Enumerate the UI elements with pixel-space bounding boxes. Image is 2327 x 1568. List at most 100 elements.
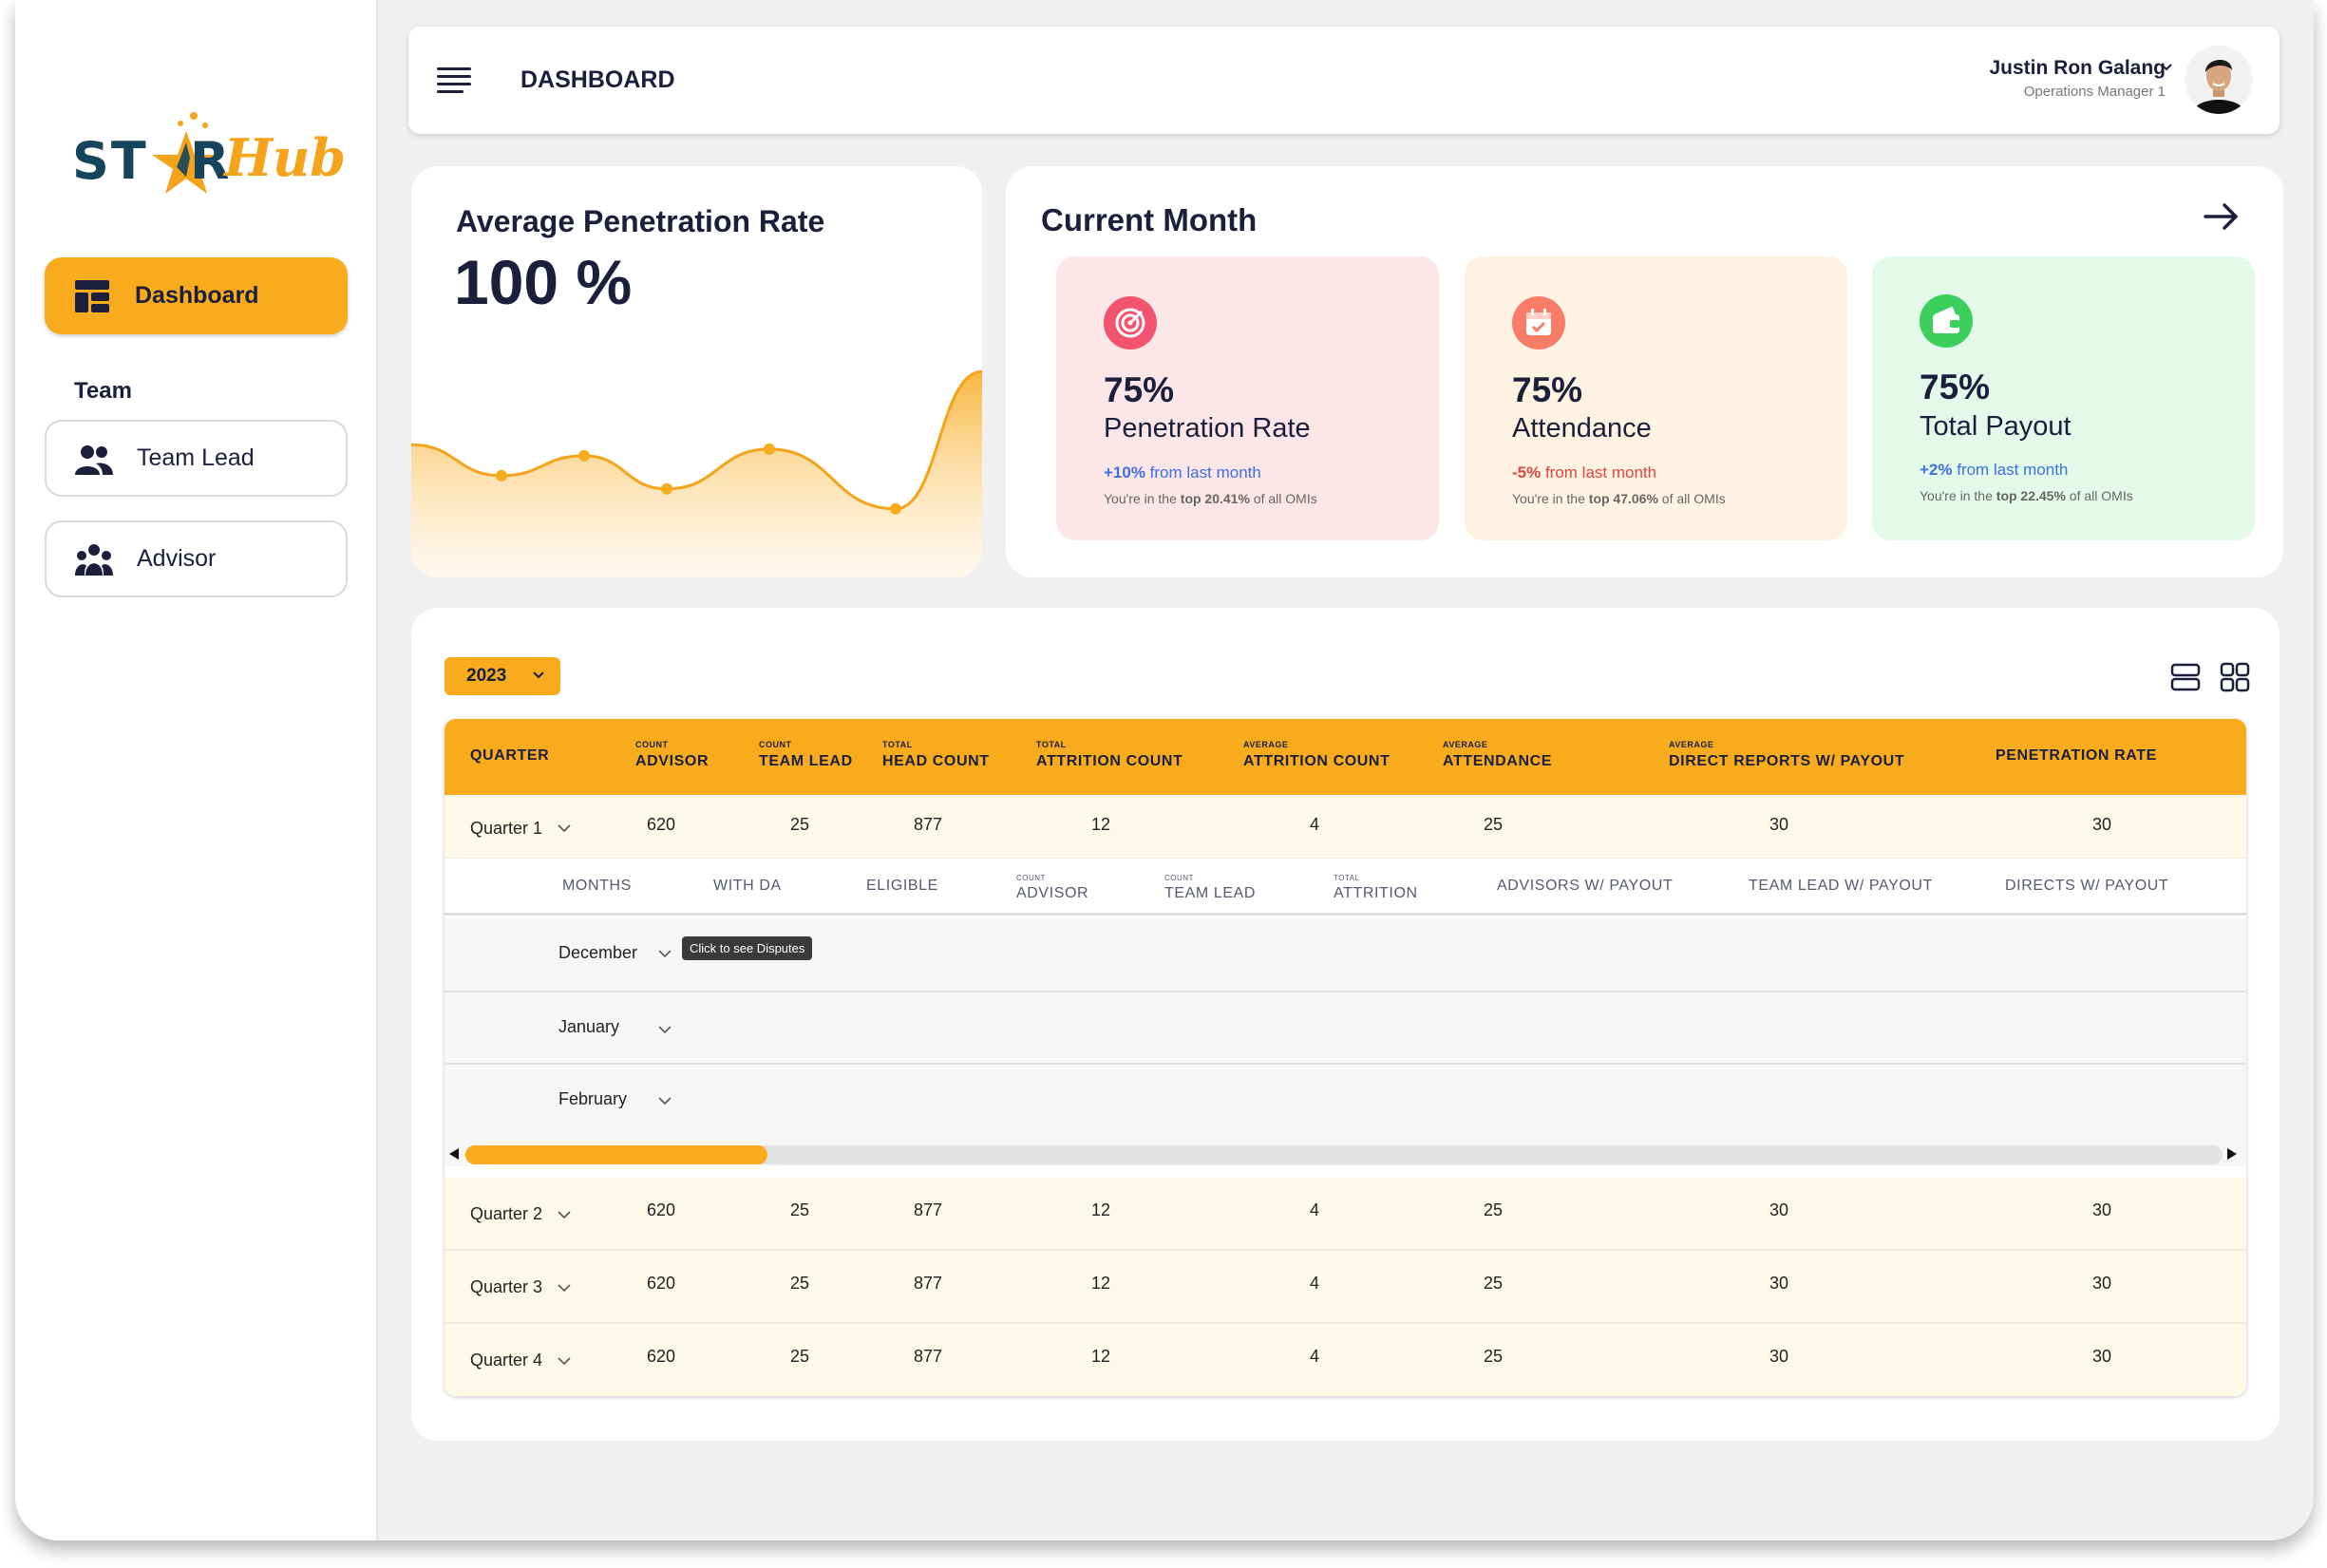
chevron-down-icon[interactable] bbox=[557, 1210, 572, 1219]
user-role: Operations Manager 1 bbox=[2023, 84, 2166, 100]
scroll-right-arrow-icon[interactable] bbox=[2227, 1148, 2237, 1160]
month-label: January bbox=[558, 1017, 620, 1036]
chevron-down-icon[interactable] bbox=[557, 823, 572, 833]
metric-value: 75% bbox=[1104, 370, 1175, 409]
sidebar-item-advisor[interactable]: Advisor bbox=[45, 520, 348, 597]
chart-point bbox=[764, 443, 775, 455]
table-row-quarter-2[interactable]: Quarter 2 620 25 877 12 4 25 30 30 bbox=[445, 1178, 2246, 1251]
cell-head-count: 877 bbox=[914, 815, 943, 834]
disputes-tooltip: Click to see Disputes bbox=[682, 936, 813, 960]
table-row-quarter-3[interactable]: Quarter 3 620 25 877 12 4 25 30 30 bbox=[445, 1251, 2246, 1324]
chevron-down-icon[interactable] bbox=[557, 1356, 572, 1366]
top-header: DASHBOARD Justin Ron Galang Operations M… bbox=[408, 27, 2280, 134]
cell-team-lead: 25 bbox=[790, 1200, 810, 1219]
logo-text-st: ST bbox=[72, 131, 148, 191]
cell-advisor: 620 bbox=[647, 1200, 676, 1219]
cell-average-attrition: 4 bbox=[1310, 1274, 1320, 1293]
cell-attendance: 25 bbox=[1484, 1200, 1504, 1219]
cell-advisor: 620 bbox=[647, 815, 676, 834]
cell-direct-reports: 30 bbox=[1769, 1274, 1789, 1293]
metric-value: 75% bbox=[1920, 368, 1991, 406]
cell-penetration-rate: 30 bbox=[2092, 815, 2112, 834]
horizontal-scrollbar[interactable] bbox=[445, 1138, 2246, 1166]
metric-card-penetration-rate[interactable]: 75% Penetration Rate +10% from last mont… bbox=[1056, 256, 1439, 540]
chevron-down-icon[interactable] bbox=[557, 1283, 572, 1293]
arrow-right-icon[interactable] bbox=[2202, 199, 2242, 234]
metric-card-attendance[interactable]: 75% Attendance -5% from last month You'r… bbox=[1465, 256, 1847, 540]
chart-point bbox=[890, 502, 901, 515]
cell-team-lead: 25 bbox=[790, 815, 810, 834]
cell-team-lead: 25 bbox=[790, 1274, 810, 1293]
cell-total-attrition: 12 bbox=[1091, 1347, 1111, 1366]
cell-attendance: 25 bbox=[1484, 1347, 1504, 1366]
chevron-down-icon bbox=[533, 671, 544, 679]
month-row-december[interactable]: December Click to see Disputes bbox=[445, 918, 2246, 992]
card-title: Average Penetration Rate bbox=[456, 204, 825, 238]
starhub-logo[interactable]: ST R Hub bbox=[72, 82, 348, 196]
months-sub-header: MONTHS WITH DA ELIGIBLE COUNT ADVISOR COU… bbox=[445, 859, 2246, 916]
chart-point bbox=[661, 482, 672, 495]
month-label: December bbox=[558, 943, 638, 962]
metric-label: Penetration Rate bbox=[1104, 413, 1311, 444]
metric-label: Total Payout bbox=[1920, 411, 2072, 442]
scrollbar-thumb[interactable] bbox=[465, 1145, 767, 1164]
team-section-heading: Team bbox=[74, 378, 132, 404]
cell-total-attrition: 12 bbox=[1091, 1200, 1111, 1219]
metric-change: +2% from last month bbox=[1920, 461, 2069, 479]
calendar-icon bbox=[1512, 296, 1565, 349]
sidebar-item-team-lead[interactable]: Team Lead bbox=[45, 420, 348, 497]
metric-change: +10% from last month bbox=[1104, 463, 1261, 482]
chevron-down-icon[interactable] bbox=[2160, 63, 2173, 72]
month-label: February bbox=[558, 1089, 628, 1108]
month-row-january[interactable]: January bbox=[445, 992, 2246, 1065]
metric-value: 75% bbox=[1512, 370, 1583, 409]
metric-change: -5% from last month bbox=[1512, 463, 1657, 482]
year-select[interactable]: 2023 bbox=[445, 657, 560, 695]
metric-rank: You're in the top 22.45% of all OMIs bbox=[1920, 488, 2133, 503]
cell-penetration-rate: 30 bbox=[2092, 1274, 2112, 1293]
chevron-down-icon[interactable] bbox=[657, 949, 672, 958]
table-row-quarter-1[interactable]: Quarter 1 620 25 877 12 4 25 30 30 bbox=[445, 795, 2246, 860]
avatar[interactable] bbox=[2185, 46, 2253, 114]
page-title: DASHBOARD bbox=[520, 66, 675, 93]
cell-total-attrition: 12 bbox=[1091, 815, 1111, 834]
penetration-area-chart bbox=[411, 369, 982, 577]
metric-card-total-payout[interactable]: 75% Total Payout +2% from last month You… bbox=[1872, 256, 2255, 540]
cell-attendance: 25 bbox=[1484, 1274, 1504, 1293]
month-row-february[interactable]: February bbox=[445, 1065, 2246, 1138]
year-select-value: 2023 bbox=[466, 666, 507, 686]
metric-rank: You're in the top 20.41% of all OMIs bbox=[1104, 491, 1317, 506]
average-penetration-card: Average Penetration Rate 100 % bbox=[411, 166, 982, 577]
cell-team-lead: 25 bbox=[790, 1347, 810, 1366]
chevron-down-icon[interactable] bbox=[657, 1025, 672, 1034]
quarter-label: Quarter 1 bbox=[470, 819, 543, 838]
cell-average-attrition: 4 bbox=[1310, 1200, 1320, 1219]
chevron-down-icon[interactable] bbox=[657, 1096, 672, 1105]
list-view-icon[interactable] bbox=[2169, 661, 2202, 693]
cell-penetration-rate: 30 bbox=[2092, 1200, 2112, 1219]
user-name[interactable]: Justin Ron Galang bbox=[1989, 57, 2166, 80]
table-row-quarter-4[interactable]: Quarter 4 620 25 877 12 4 25 30 30 bbox=[445, 1324, 2246, 1396]
sidebar-item-label: Advisor bbox=[137, 545, 217, 572]
quarterly-table: QUARTER COUNT ADVISOR COUNT TEAM LEAD TOTA… bbox=[445, 719, 2246, 1396]
quarterly-table-card: 2023 QUARTER COUNT ADVISOR COUNT TEAM LEAD… bbox=[411, 608, 2280, 1441]
cell-attendance: 25 bbox=[1484, 815, 1504, 834]
current-month-card: Current Month 75% Penetration Rate +10% … bbox=[1006, 166, 2283, 577]
grid-view-icon[interactable] bbox=[2219, 661, 2251, 693]
advisor-group-icon bbox=[75, 544, 113, 576]
quarter-label: Quarter 3 bbox=[470, 1277, 543, 1296]
cell-direct-reports: 30 bbox=[1769, 1347, 1789, 1366]
target-icon bbox=[1104, 296, 1157, 349]
menu-icon[interactable] bbox=[437, 67, 471, 93]
quarter-label: Quarter 4 bbox=[470, 1351, 543, 1370]
chart-point bbox=[496, 469, 507, 482]
scroll-left-arrow-icon[interactable] bbox=[449, 1148, 459, 1160]
cell-head-count: 877 bbox=[914, 1274, 943, 1293]
sidebar-item-dashboard[interactable]: Dashboard bbox=[45, 257, 348, 334]
metric-label: Attendance bbox=[1512, 413, 1652, 444]
chart-point bbox=[578, 449, 590, 462]
cell-direct-reports: 30 bbox=[1769, 815, 1789, 834]
table-header: QUARTER COUNT ADVISOR COUNT TEAM LEAD TOTA… bbox=[445, 719, 2246, 795]
cell-average-attrition: 4 bbox=[1310, 1347, 1320, 1366]
quarter-label: Quarter 2 bbox=[470, 1204, 543, 1223]
